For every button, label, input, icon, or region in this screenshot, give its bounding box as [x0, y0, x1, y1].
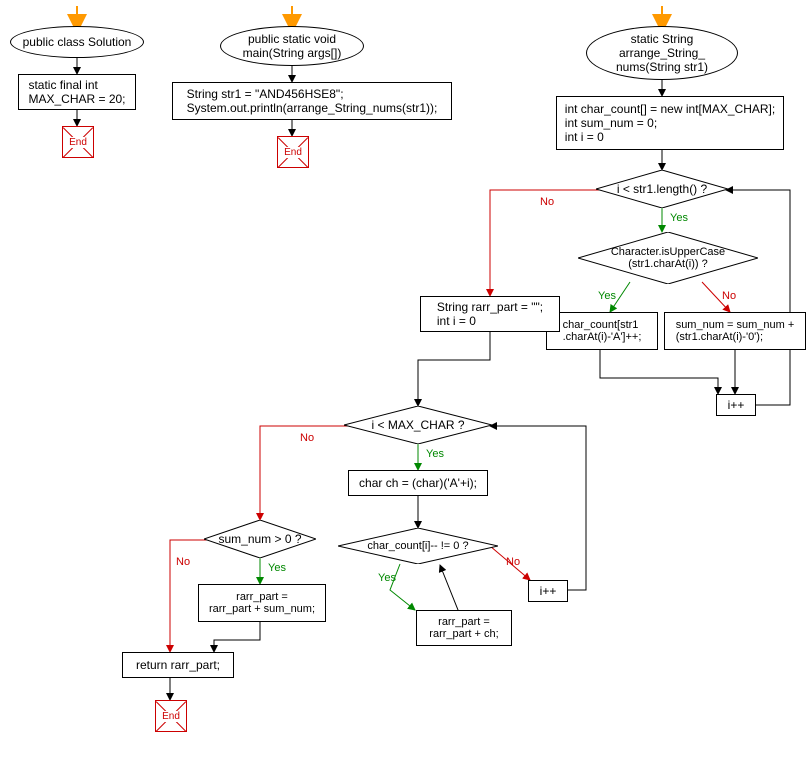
node-main-oval: public static void main(String args[]) — [220, 26, 364, 66]
node-class-oval: public class Solution — [10, 26, 144, 58]
node-rarr-init: String rarr_part = ""; int i = 0 — [420, 296, 560, 332]
node-ipp-1: i++ — [716, 394, 756, 416]
label-max-yes: Yes — [426, 448, 444, 460]
node-rarr-sum: rarr_part = rarr_part + sum_num; — [198, 584, 326, 622]
text-ipp-2: i++ — [540, 584, 557, 598]
label-max-no: No — [300, 432, 314, 444]
label-upper-yes: Yes — [598, 290, 616, 302]
text-main-oval: public static void main(String args[]) — [243, 32, 342, 60]
text-ipp-1: i++ — [728, 398, 745, 412]
text-cond-len: i < str1.length() ? — [617, 182, 707, 196]
node-maxchar: static final int MAX_CHAR = 20; — [18, 74, 136, 110]
label-cc-yes: Yes — [378, 572, 396, 584]
label-upper-no: No — [722, 290, 736, 302]
label-cc-no: No — [506, 556, 520, 568]
text-main-body: String str1 = "AND456HSE8"; System.out.p… — [187, 87, 438, 115]
node-cond-upper: Character.isUpperCase (str1.charAt(i)) ? — [578, 232, 758, 284]
node-init: int char_count[] = new int[MAX_CHAR]; in… — [556, 96, 784, 150]
node-return: return rarr_part; — [122, 652, 234, 678]
text-class-oval: public class Solution — [23, 35, 132, 49]
node-ipp-2: i++ — [528, 580, 568, 602]
node-main-body: String str1 = "AND456HSE8"; System.out.p… — [172, 82, 452, 120]
label-sum-no: No — [176, 556, 190, 568]
node-cond-len: i < str1.length() ? — [596, 170, 728, 208]
node-cond-cc: char_count[i]-- != 0 ? — [338, 528, 498, 564]
node-cond-sum: sum_num > 0 ? — [204, 520, 316, 558]
text-end-fn: End — [160, 711, 182, 722]
text-cond-upper: Character.isUpperCase (str1.charAt(i)) ? — [611, 246, 725, 270]
text-ch: char ch = (char)('A'+i); — [359, 476, 477, 490]
text-init: int char_count[] = new int[MAX_CHAR]; in… — [565, 102, 775, 144]
node-cond-max: i < MAX_CHAR ? — [344, 406, 492, 444]
node-end-fn: End — [155, 700, 187, 732]
text-end-main: End — [282, 147, 304, 158]
text-maxchar: static final int MAX_CHAR = 20; — [28, 78, 125, 106]
text-return: return rarr_part; — [136, 658, 220, 672]
label-len-yes: Yes — [670, 212, 688, 224]
node-inc-count: char_count[str1 .charAt(i)-'A']++; — [546, 312, 658, 350]
flowchart-canvas: public class Solution static final int M… — [0, 0, 811, 772]
node-rarr-ch: rarr_part = rarr_part + ch; — [416, 610, 512, 646]
label-sum-yes: Yes — [268, 562, 286, 574]
text-cond-max: i < MAX_CHAR ? — [371, 418, 464, 432]
text-fn-oval: static String arrange_String_ nums(Strin… — [616, 32, 708, 74]
text-cond-cc: char_count[i]-- != 0 ? — [367, 540, 468, 552]
node-ch: char ch = (char)('A'+i); — [348, 470, 488, 496]
node-fn-oval: static String arrange_String_ nums(Strin… — [586, 26, 738, 80]
text-rarr-sum: rarr_part = rarr_part + sum_num; — [209, 591, 315, 615]
node-inc-sum: sum_num = sum_num + (str1.charAt(i)-'0')… — [664, 312, 806, 350]
text-end-class: End — [67, 137, 89, 148]
text-rarr-ch: rarr_part = rarr_part + ch; — [429, 616, 498, 640]
text-inc-count: char_count[str1 .charAt(i)-'A']++; — [563, 319, 642, 343]
label-len-no: No — [540, 196, 554, 208]
node-end-main: End — [277, 136, 309, 168]
text-cond-sum: sum_num > 0 ? — [218, 532, 301, 546]
text-rarr-init: String rarr_part = ""; int i = 0 — [437, 300, 543, 328]
node-end-class: End — [62, 126, 94, 158]
text-inc-sum: sum_num = sum_num + (str1.charAt(i)-'0')… — [676, 319, 795, 343]
